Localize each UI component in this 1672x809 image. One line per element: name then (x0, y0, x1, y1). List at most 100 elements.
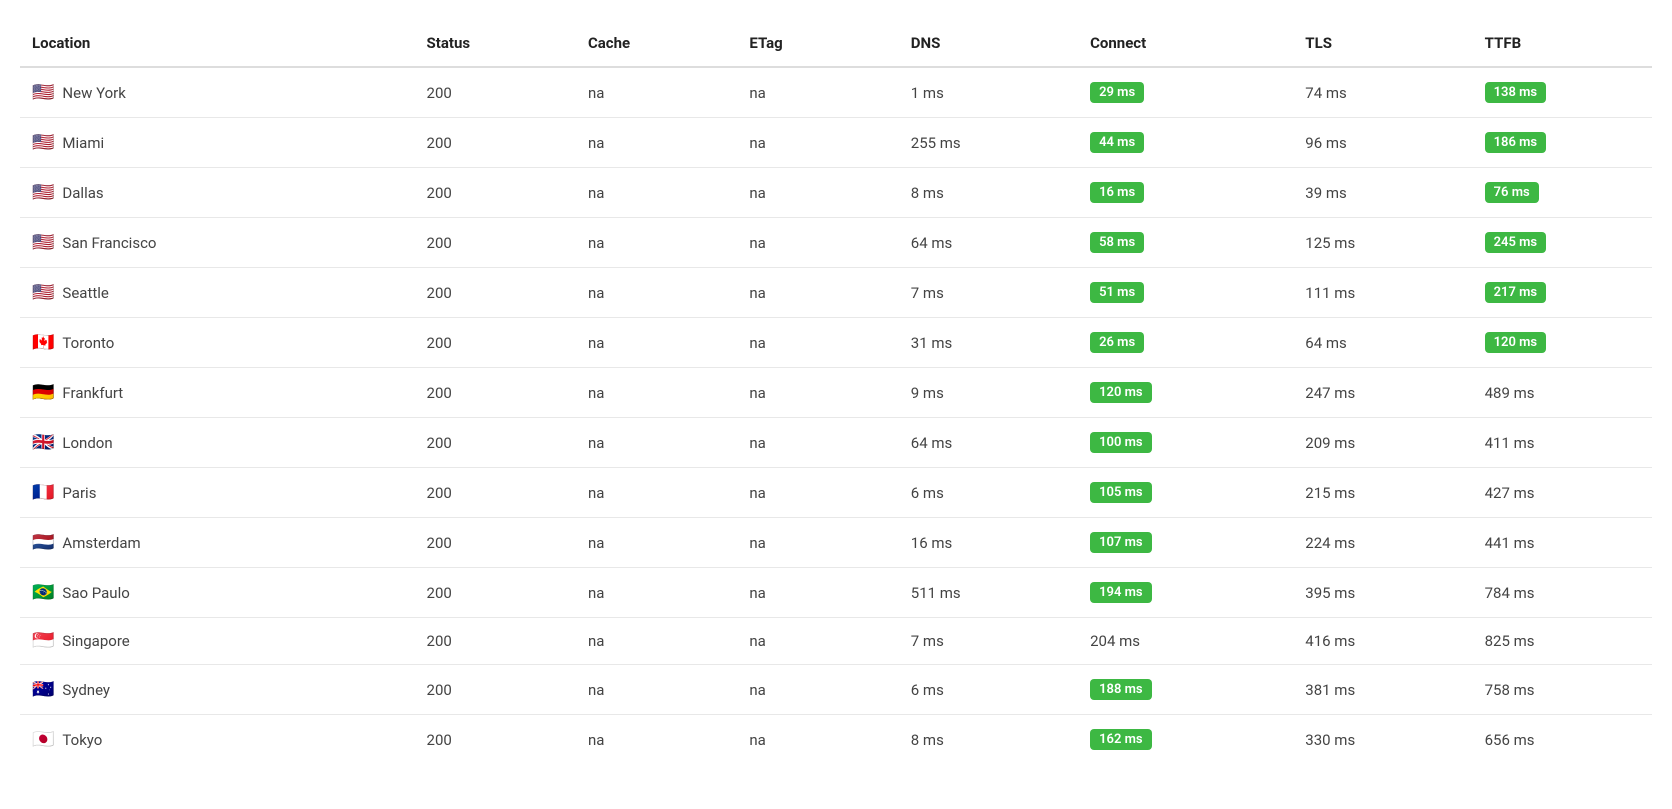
tls-cell: 209 ms (1293, 418, 1472, 468)
connect-cell: 107 ms (1078, 518, 1293, 568)
status-cell: 200 (415, 368, 576, 418)
etag-cell: na (737, 368, 898, 418)
cache-cell: na (576, 118, 737, 168)
connect-badge: 162 ms (1090, 729, 1152, 750)
location-name: Tokyo (62, 731, 102, 749)
status-cell: 200 (415, 568, 576, 618)
location-name: Paris (62, 484, 96, 502)
location-name: London (62, 434, 112, 452)
connect-cell: 51 ms (1078, 268, 1293, 318)
location-name: San Francisco (62, 234, 156, 252)
table-row: 🇧🇷Sao Paulo200nana511 ms194 ms395 ms784 … (20, 568, 1652, 618)
tls-cell: 224 ms (1293, 518, 1472, 568)
table-row: 🇺🇸Dallas200nana8 ms16 ms39 ms76 ms (20, 168, 1652, 218)
connect-badge: 107 ms (1090, 532, 1152, 553)
location-cell: 🇫🇷 Paris (20, 468, 415, 518)
tls-cell: 64 ms (1293, 318, 1472, 368)
etag-cell: na (737, 418, 898, 468)
ttfb-badge: 138 ms (1485, 82, 1547, 103)
flag-icon: 🇯🇵 (32, 731, 54, 749)
ttfb-cell: 217 ms (1473, 268, 1652, 318)
cache-cell: na (576, 268, 737, 318)
dns-cell: 9 ms (899, 368, 1078, 418)
table-row: 🇳🇱Amsterdam200nana16 ms107 ms224 ms441 m… (20, 518, 1652, 568)
connect-cell: 29 ms (1078, 67, 1293, 118)
ttfb-badge: 120 ms (1485, 332, 1547, 353)
dns-cell: 6 ms (899, 665, 1078, 715)
etag-cell: na (737, 218, 898, 268)
ttfb-cell: 245 ms (1473, 218, 1652, 268)
location-cell: 🇩🇪 Frankfurt (20, 368, 415, 418)
dns-cell: 255 ms (899, 118, 1078, 168)
flag-icon: 🇩🇪 (32, 384, 54, 402)
ttfb-cell: 76 ms (1473, 168, 1652, 218)
flag-icon: 🇺🇸 (32, 284, 54, 302)
column-header-location: Location (20, 20, 415, 67)
etag-cell: na (737, 568, 898, 618)
table-row: 🇨🇦Toronto200nana31 ms26 ms64 ms120 ms (20, 318, 1652, 368)
status-cell: 200 (415, 168, 576, 218)
location-cell: 🇬🇧London (20, 418, 415, 468)
etag-cell: na (737, 268, 898, 318)
status-cell: 200 (415, 715, 576, 765)
cache-cell: na (576, 67, 737, 118)
tls-cell: 125 ms (1293, 218, 1472, 268)
connect-badge: 16 ms (1090, 182, 1144, 203)
dns-cell: 64 ms (899, 418, 1078, 468)
location-cell: 🇺🇸Miami (20, 118, 415, 168)
connect-cell: 162 ms (1078, 715, 1293, 765)
connect-badge: 26 ms (1090, 332, 1144, 353)
cache-cell: na (576, 468, 737, 518)
connect-badge: 51 ms (1090, 282, 1144, 303)
connect-badge: 120 ms (1090, 382, 1152, 403)
flag-icon: 🇦🇺 (32, 681, 54, 699)
status-cell: 200 (415, 318, 576, 368)
flag-icon: 🇺🇸 (32, 184, 54, 202)
flag-icon: 🇧🇷 (32, 584, 54, 602)
ttfb-cell: 138 ms (1473, 67, 1652, 118)
tls-cell: 74 ms (1293, 67, 1472, 118)
flag-icon: 🇺🇸 (32, 234, 54, 252)
location-name: Sao Paulo (62, 584, 129, 602)
cache-cell: na (576, 418, 737, 468)
table-row: 🇸🇬Singapore200nana7 ms204 ms416 ms825 ms (20, 618, 1652, 665)
location-cell: 🇺🇸New York (20, 67, 415, 118)
flag-icon: 🇳🇱 (32, 534, 54, 552)
dns-cell: 31 ms (899, 318, 1078, 368)
location-cell: 🇺🇸Seattle (20, 268, 415, 318)
column-header-ttfb: TTFB (1473, 20, 1652, 67)
tls-cell: 111 ms (1293, 268, 1472, 318)
dns-cell: 7 ms (899, 618, 1078, 665)
flag-icon: 🇫🇷 (32, 484, 54, 502)
etag-cell: na (737, 468, 898, 518)
connect-cell: 188 ms (1078, 665, 1293, 715)
connect-badge: 44 ms (1090, 132, 1144, 153)
location-name: Frankfurt (62, 384, 123, 402)
cache-cell: na (576, 368, 737, 418)
cache-cell: na (576, 715, 737, 765)
etag-cell: na (737, 118, 898, 168)
table-row: 🇦🇺Sydney200nana6 ms188 ms381 ms758 ms (20, 665, 1652, 715)
location-cell: 🇺🇸Dallas (20, 168, 415, 218)
connect-badge: 58 ms (1090, 232, 1144, 253)
flag-icon: 🇸🇬 (32, 632, 54, 650)
connect-cell: 194 ms (1078, 568, 1293, 618)
column-header-etag: ETag (737, 20, 898, 67)
tls-cell: 330 ms (1293, 715, 1472, 765)
ttfb-cell: 489 ms (1473, 368, 1652, 418)
connect-cell: 44 ms (1078, 118, 1293, 168)
table-row: 🇫🇷Paris200nana6 ms105 ms215 ms427 ms (20, 468, 1652, 518)
location-cell: 🇧🇷 Sao Paulo (20, 568, 415, 618)
table-row: 🇺🇸Miami200nana255 ms44 ms96 ms186 ms (20, 118, 1652, 168)
ttfb-cell: 441 ms (1473, 518, 1652, 568)
ttfb-cell: 120 ms (1473, 318, 1652, 368)
location-cell: 🇺🇸 San Francisco (20, 218, 415, 268)
column-header-tls: TLS (1293, 20, 1472, 67)
dns-cell: 64 ms (899, 218, 1078, 268)
ttfb-cell: 411 ms (1473, 418, 1652, 468)
column-header-dns: DNS (899, 20, 1078, 67)
etag-cell: na (737, 67, 898, 118)
dns-cell: 8 ms (899, 715, 1078, 765)
connect-cell: 120 ms (1078, 368, 1293, 418)
ttfb-badge: 186 ms (1485, 132, 1547, 153)
